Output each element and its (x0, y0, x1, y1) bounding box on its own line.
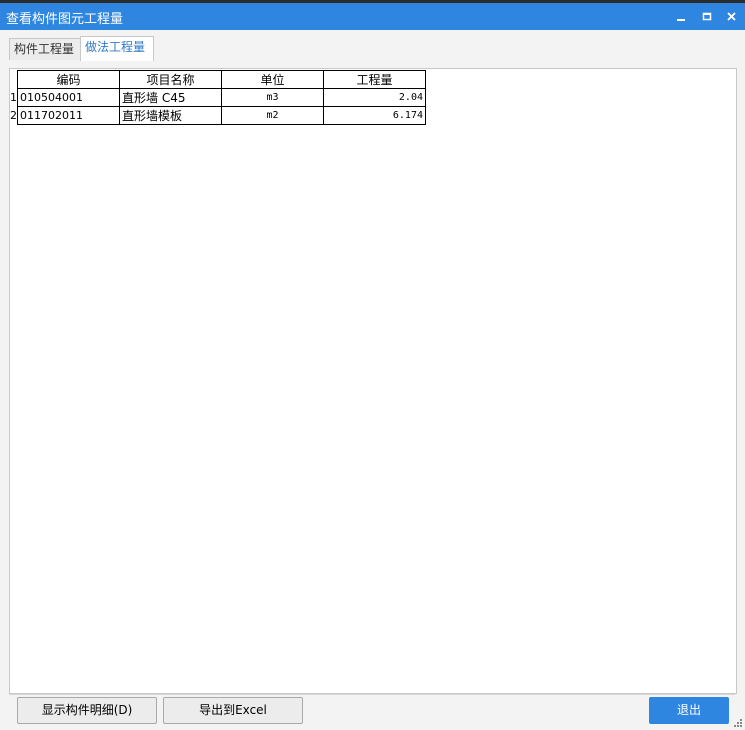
cell-unit[interactable]: m3 (221, 88, 324, 107)
tab-method-quantity[interactable]: 做法工程量 (80, 36, 154, 61)
cell-item-name[interactable]: 直形墙模板 (119, 106, 222, 125)
quantity-table: 编码 项目名称 单位 工程量 1 010504001 直形墙 C45 m3 2.… (10, 70, 426, 125)
minimize-icon[interactable] (672, 8, 690, 26)
exit-button[interactable]: 退出 (649, 697, 729, 724)
column-header-unit[interactable]: 单位 (221, 70, 324, 89)
cell-code[interactable]: 011702011 (17, 106, 120, 125)
table-row[interactable]: 1 010504001 直形墙 C45 m3 2.04 (10, 88, 426, 107)
row-number: 2 (10, 109, 17, 122)
window-title: 查看构件图元工程量 (6, 12, 124, 27)
table-header-row: 编码 项目名称 单位 工程量 (10, 70, 426, 89)
maximize-icon[interactable] (698, 8, 716, 26)
show-component-detail-button[interactable]: 显示构件明细(D) (17, 697, 157, 724)
button-bar: 显示构件明细(D) 导出到Excel 退出 (9, 694, 735, 725)
row-number: 1 (10, 91, 17, 104)
title-bar[interactable]: 查看构件图元工程量 (0, 3, 745, 30)
export-excel-button[interactable]: 导出到Excel (163, 697, 303, 724)
cell-code[interactable]: 010504001 (17, 88, 120, 107)
column-header-code[interactable]: 编码 (17, 70, 120, 89)
resize-grip-icon[interactable] (733, 718, 743, 728)
column-header-item-name[interactable]: 项目名称 (119, 70, 222, 89)
column-header-quantity[interactable]: 工程量 (323, 70, 426, 89)
close-icon[interactable] (723, 8, 741, 26)
table-row[interactable]: 2 011702011 直形墙模板 m2 6.174 (10, 106, 426, 125)
cell-unit[interactable]: m2 (221, 106, 324, 125)
cell-quantity[interactable]: 6.174 (323, 106, 426, 125)
cell-item-name[interactable]: 直形墙 C45 (119, 88, 222, 107)
dialog-body: 构件工程量 做法工程量 编码 项目名称 单位 工程量 1 010504001 直… (0, 30, 745, 730)
horizontal-scrollbar[interactable] (9, 681, 737, 694)
tab-component-quantity[interactable]: 构件工程量 (9, 38, 86, 60)
cell-quantity[interactable]: 2.04 (323, 88, 426, 107)
row-header-corner (10, 71, 18, 89)
quantity-grid-panel[interactable]: 编码 项目名称 单位 工程量 1 010504001 直形墙 C45 m3 2.… (9, 68, 737, 682)
